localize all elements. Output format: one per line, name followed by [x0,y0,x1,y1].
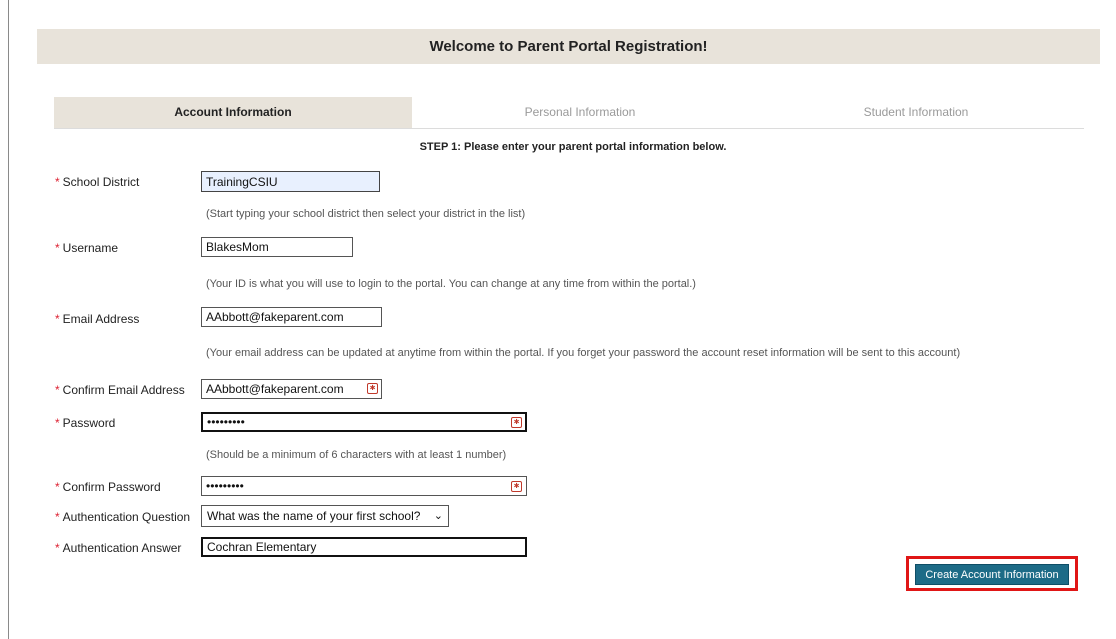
required-marker: * [55,383,60,397]
auth-question-select[interactable]: What was the name of your first school? … [201,505,449,527]
tab-personal-information[interactable]: Personal Information [412,97,748,128]
required-marker: * [55,541,60,555]
chevron-down-icon: ⌄ [433,510,443,522]
email-hint: (Your email address can be updated at an… [206,347,961,359]
required-marker: * [55,175,60,189]
create-account-button[interactable]: Create Account Information [915,564,1069,585]
password-input[interactable] [201,412,527,432]
tab-account-information[interactable]: Account Information [54,97,412,128]
confirm-email-input[interactable] [201,379,382,399]
username-hint: (Your ID is what you will use to login t… [206,278,696,290]
confirm-password-input[interactable] [201,476,527,496]
school-district-input[interactable] [201,171,380,192]
required-marker: * [55,241,60,255]
required-marker: * [55,510,60,524]
required-marker: * [55,480,60,494]
step-instructions: STEP 1: Please enter your parent portal … [419,141,727,153]
school-district-label: * School District [55,175,140,189]
password-manager-icon[interactable]: ✱ [511,481,522,492]
auth-question-label: * Authentication Question [55,510,191,524]
password-manager-icon[interactable]: ✱ [511,417,522,428]
email-label: * Email Address [55,312,140,326]
required-marker: * [55,312,60,326]
password-label: * Password [55,416,116,430]
auth-answer-input[interactable] [201,537,527,557]
username-label: * Username [55,241,119,255]
highlight-box: Create Account Information [906,556,1078,591]
auth-question-selected: What was the name of your first school? [207,509,421,523]
username-input[interactable] [201,237,353,257]
frame-border [8,0,9,639]
confirm-email-label: * Confirm Email Address [55,383,185,397]
confirm-password-label: * Confirm Password [55,480,161,494]
required-marker: * [55,416,60,430]
page-title: Welcome to Parent Portal Registration! [37,29,1100,64]
password-hint: (Should be a minimum of 6 characters wit… [206,449,507,461]
tab-student-information[interactable]: Student Information [748,97,1084,128]
registration-tabs: Account Information Personal Information… [54,97,1084,129]
school-district-hint: (Start typing your school district then … [206,208,526,220]
auth-answer-label: * Authentication Answer [55,541,182,555]
email-input[interactable] [201,307,382,327]
password-manager-icon[interactable]: ✱ [367,383,378,394]
